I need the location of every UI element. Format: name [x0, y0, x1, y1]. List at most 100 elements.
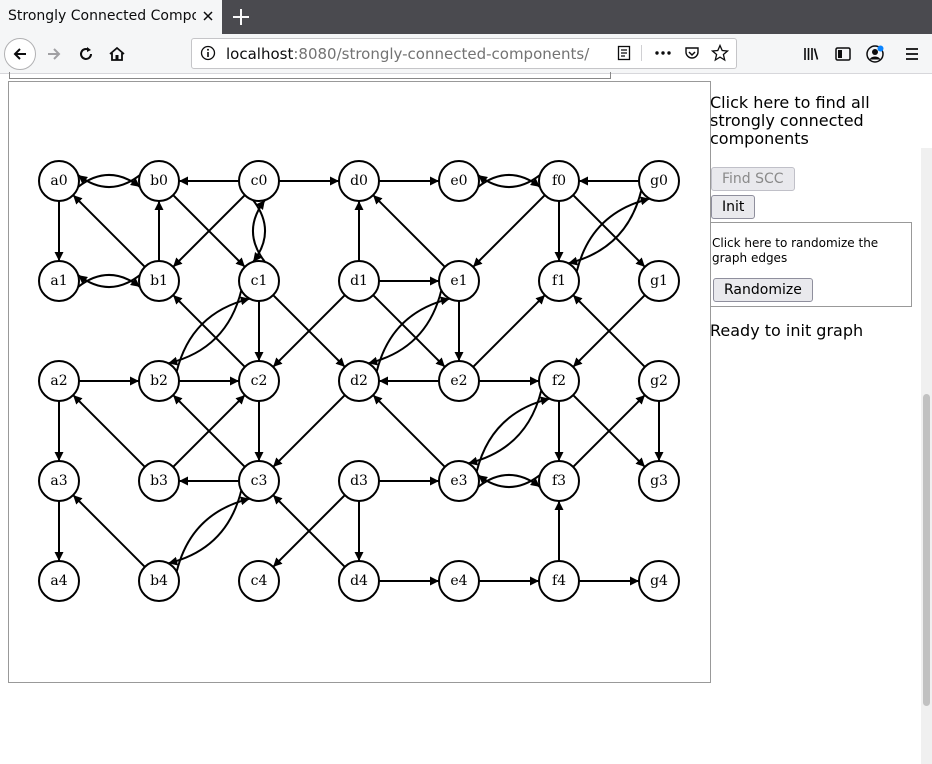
menu-button[interactable]	[900, 34, 924, 73]
info-icon[interactable]	[200, 45, 216, 61]
back-arrow-icon	[13, 47, 26, 60]
node-label: g3	[650, 473, 668, 489]
scrollbar-thumb[interactable]	[923, 394, 930, 706]
browser-tab[interactable]: Strongly Connected Components	[0, 0, 222, 34]
graph-node-a1[interactable]: a1	[38, 260, 80, 302]
node-label: c3	[251, 473, 268, 489]
graph-node-d1[interactable]: d1	[338, 260, 380, 302]
graph-node-d4[interactable]: d4	[338, 560, 380, 602]
edge-d2-c3	[272, 394, 346, 468]
url-path: :8080/strongly-connected-components/	[293, 45, 590, 63]
node-label: a1	[50, 273, 67, 289]
graph-node-e4[interactable]: e4	[438, 560, 480, 602]
page-scrollbar[interactable]	[921, 148, 932, 764]
graph-node-c0[interactable]: c0	[238, 160, 280, 202]
node-label: d1	[350, 273, 368, 289]
graph-node-g1[interactable]: g1	[638, 260, 680, 302]
graph-node-g3[interactable]: g3	[638, 460, 680, 502]
node-label: b3	[150, 473, 168, 489]
forward-button[interactable]	[40, 34, 68, 73]
node-label: g4	[650, 573, 668, 589]
graph-node-a3[interactable]: a3	[38, 460, 80, 502]
graph-canvas: a0 b0 c0 d0 e0 f0 g0 a1 b1 c1 d1 e1 f1 g1 a2 b2 c2 d2 e2 f2…	[8, 81, 711, 683]
graph-node-d3[interactable]: d3	[338, 460, 380, 502]
back-button[interactable]	[4, 34, 36, 73]
node-label: c0	[251, 173, 268, 189]
graph-node-g4[interactable]: g4	[638, 560, 680, 602]
graph-node-d0[interactable]: d0	[338, 160, 380, 202]
graph-node-f1[interactable]: f1	[538, 260, 580, 302]
reader-view-icon[interactable]	[616, 45, 632, 61]
init-button[interactable]: Init	[711, 195, 756, 219]
edge-e3-f2	[475, 396, 550, 472]
graph-node-b0[interactable]: b0	[138, 160, 180, 202]
home-button[interactable]	[103, 34, 131, 73]
edge-f0-e0	[477, 174, 541, 188]
account-icon	[866, 44, 884, 63]
node-label: d3	[350, 473, 368, 489]
reload-button[interactable]	[72, 34, 100, 73]
graph-node-f0[interactable]: f0	[538, 160, 580, 202]
node-label: b4	[150, 573, 168, 589]
url-divider	[641, 45, 642, 61]
edge-c3-b4	[168, 490, 243, 566]
node-label: e1	[450, 273, 467, 289]
node-label: e3	[450, 473, 467, 489]
url-host: localhost	[226, 45, 294, 63]
more-icon[interactable]	[654, 45, 672, 61]
node-label: e0	[450, 173, 467, 189]
url-bar[interactable]: localhost:8080/strongly-connected-compon…	[191, 38, 737, 69]
library-button[interactable]	[799, 34, 823, 73]
node-label: c2	[251, 373, 268, 389]
graph-node-b1[interactable]: b1	[138, 260, 180, 302]
edge-b1-a0	[72, 194, 146, 268]
edge-e1-d0	[372, 194, 446, 268]
edge-b1-a1	[77, 274, 141, 288]
graph-node-b4[interactable]: b4	[138, 560, 180, 602]
graph-node-f2[interactable]: f2	[538, 360, 580, 402]
graph-node-g2[interactable]: g2	[638, 360, 680, 402]
graph-node-e3[interactable]: e3	[438, 460, 480, 502]
close-tab-icon[interactable]	[200, 8, 216, 24]
new-tab-icon[interactable]	[230, 6, 252, 28]
graph-node-g0[interactable]: g0	[638, 160, 680, 202]
edge-c1-c0	[252, 199, 266, 263]
edge-f3-e3	[477, 474, 541, 488]
node-label: a3	[50, 473, 67, 489]
randomize-description: Click here to randomize the graph edges	[712, 236, 879, 265]
graph-node-b2[interactable]: b2	[138, 360, 180, 402]
edge-b4-a3	[72, 494, 146, 568]
account-button[interactable]	[863, 34, 887, 73]
node-label: e4	[450, 573, 467, 589]
pocket-icon[interactable]	[684, 45, 700, 61]
graph-node-e0[interactable]: e0	[438, 160, 480, 202]
node-label: b0	[150, 173, 168, 189]
bookmark-star-icon[interactable]	[711, 44, 729, 62]
graph-node-f3[interactable]: f3	[538, 460, 580, 502]
navigation-toolbar: localhost:8080/strongly-connected-compon…	[0, 34, 932, 74]
graph-node-e2[interactable]: e2	[438, 360, 480, 402]
graph-node-c1[interactable]: c1	[238, 260, 280, 302]
edge-f2-e3	[468, 390, 543, 466]
node-label: f0	[552, 173, 566, 189]
graph-node-d2[interactable]: d2	[338, 360, 380, 402]
node-label: c1	[251, 273, 268, 289]
graph-node-f4[interactable]: f4	[538, 560, 580, 602]
graph-node-e1[interactable]: e1	[438, 260, 480, 302]
node-label: f1	[552, 273, 566, 289]
graph-node-a2[interactable]: a2	[38, 360, 80, 402]
graph-node-c4[interactable]: c4	[238, 560, 280, 602]
library-icon	[804, 47, 819, 60]
node-label: d2	[350, 373, 368, 389]
randomize-button[interactable]: Randomize	[713, 278, 813, 302]
tab-bar: Strongly Connected Components	[0, 0, 932, 34]
graph-node-b3[interactable]: b3	[138, 460, 180, 502]
graph-node-a0[interactable]: a0	[38, 160, 80, 202]
node-label: d4	[350, 573, 368, 589]
sidebar-button[interactable]	[831, 34, 855, 73]
graph-node-c2[interactable]: c2	[238, 360, 280, 402]
find-scc-button[interactable]: Find SCC	[711, 167, 795, 191]
graph-node-c3[interactable]: c3	[238, 460, 280, 502]
reload-icon	[80, 46, 92, 60]
graph-node-a4[interactable]: a4	[38, 560, 80, 602]
